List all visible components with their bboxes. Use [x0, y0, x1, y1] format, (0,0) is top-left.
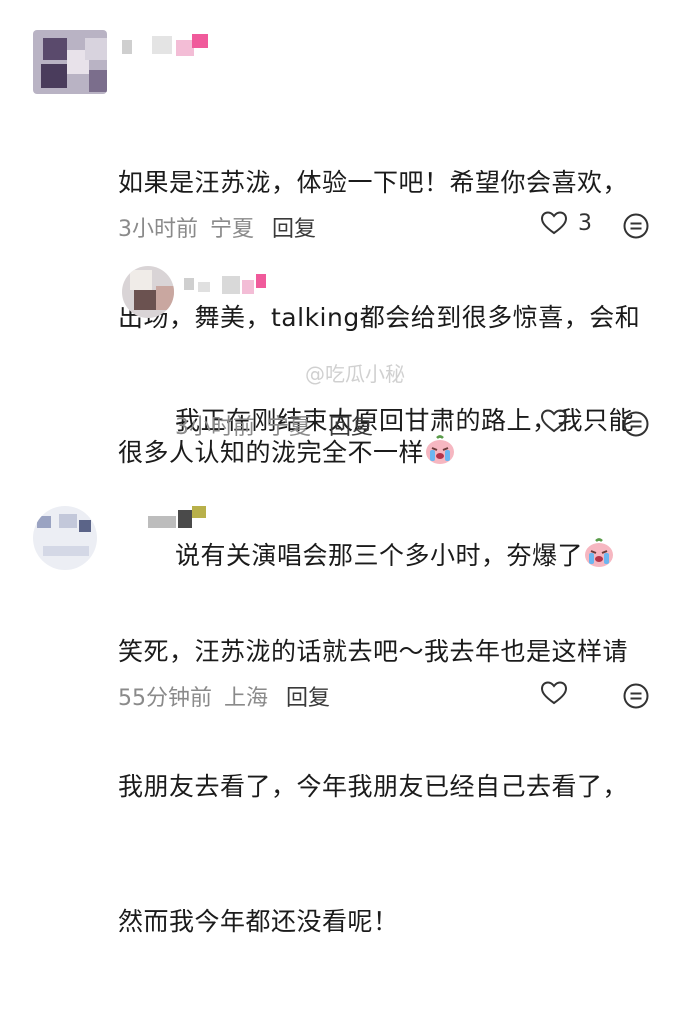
avatar[interactable] — [122, 266, 174, 318]
timestamp: 3小时前 — [118, 217, 198, 242]
avatar[interactable] — [33, 30, 107, 94]
timestamp: 3小时前 — [175, 415, 255, 440]
location: 宁夏 — [267, 415, 312, 440]
comment-meta: 55分钟前 上海 回复 — [118, 680, 342, 712]
reply-button[interactable]: 回复 — [272, 217, 316, 242]
avatar[interactable] — [33, 506, 97, 570]
like-button[interactable]: 3 — [540, 210, 592, 236]
comment-bubble-icon[interactable] — [622, 682, 650, 710]
comment-text: 笑死，汪苏泷的话就去吧～我去年也是这样请 我朋友去看了，今年我朋友已经自己去看了… — [118, 539, 628, 1034]
heart-outline-icon — [540, 211, 568, 235]
like-button[interactable] — [540, 408, 578, 434]
username[interactable] — [184, 272, 274, 294]
location: 上海 — [224, 686, 269, 711]
comment-meta: 3小时前 宁夏 回复 — [175, 409, 385, 441]
comment-line: 如果是汪苏泷，体验一下吧！希望你会喜欢， — [118, 168, 629, 197]
comment-bubble-icon[interactable] — [622, 212, 650, 240]
comment-bubble-icon[interactable] — [622, 410, 650, 438]
reply-button[interactable]: 回复 — [286, 686, 330, 711]
like-button[interactable] — [540, 680, 578, 706]
like-count: 3 — [578, 210, 592, 236]
username[interactable] — [148, 506, 212, 528]
heart-outline-icon — [540, 681, 568, 705]
heart-outline-icon — [540, 409, 568, 433]
comment-line: 笑死，汪苏泷的话就去吧～我去年也是这样请 — [118, 637, 629, 666]
comment-meta: 3小时前 宁夏 回复 — [118, 211, 328, 243]
comment-line: 我朋友去看了，今年我朋友已经自己去看了， — [118, 772, 629, 801]
reply-button[interactable]: 回复 — [329, 415, 373, 440]
comment-line: 然而我今年都还没看呢！ — [118, 907, 399, 936]
watermark: @吃瓜小秘 — [305, 362, 405, 386]
timestamp: 55分钟前 — [118, 686, 212, 711]
username[interactable] — [122, 34, 212, 56]
location: 宁夏 — [210, 217, 255, 242]
